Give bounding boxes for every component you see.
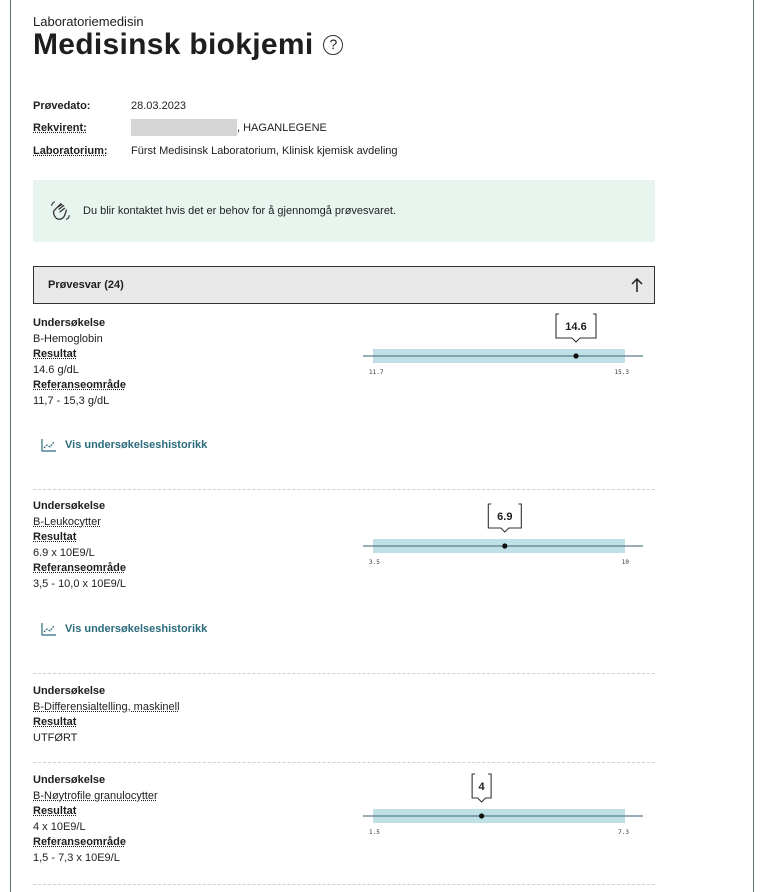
range-high-label: 15.3 xyxy=(615,369,630,376)
accordion-label: Prøvesvar (24) xyxy=(48,279,124,291)
range-low-label: 11.7 xyxy=(369,369,384,376)
redacted-name xyxy=(131,119,237,136)
meta-requester: Rekvirent: , HAGANLEGENE xyxy=(33,119,327,136)
meta-lab-label[interactable]: Laboratorium: xyxy=(33,145,131,157)
value-label: 6.9 xyxy=(497,511,512,523)
meta-requester-value: , HAGANLEGENE xyxy=(237,121,327,134)
range-chart: 6.9 3.5 10 xyxy=(363,502,643,566)
test-name[interactable]: B-Differensialtelling, maskinell xyxy=(33,700,655,716)
trend-chart-icon xyxy=(41,439,56,452)
meta-lab-value: Fürst Medisinsk Laboratorium, Klinisk kj… xyxy=(131,145,398,157)
history-link-label: Vis undersøkelseshistorikk xyxy=(65,439,208,451)
info-alert: Du blir kontaktet hvis det er behov for … xyxy=(33,180,655,242)
test-label: Undersøkelse xyxy=(33,685,106,697)
page-title: Medisinsk biokjemi? xyxy=(33,28,344,62)
trend-chart-icon xyxy=(41,623,56,636)
reference-label[interactable]: Referanseområde xyxy=(33,835,655,851)
value-label: 4 xyxy=(479,781,486,793)
range-chart-svg: 6.9 3.5 10 xyxy=(363,503,643,566)
divider xyxy=(33,762,655,763)
alert-text: Du blir kontaktet hvis det er behov for … xyxy=(83,205,397,217)
history-link[interactable]: Vis undersøkelseshistorikk xyxy=(41,622,207,636)
range-chart-svg: 14.6 11.7 15.3 xyxy=(363,313,643,376)
range-chart: 4 1.5 7.3 xyxy=(363,772,643,836)
reference-label[interactable]: Referanseområde xyxy=(33,561,655,577)
result-label[interactable]: Resultat xyxy=(33,715,655,731)
meta-date-label: Prøvedato: xyxy=(33,100,91,112)
value-label: 14.6 xyxy=(565,321,586,333)
meta-date: Prøvedato: 28.03.2023 xyxy=(33,100,186,112)
reference-label[interactable]: Referanseområde xyxy=(33,378,655,394)
waving-hand-icon xyxy=(51,201,70,220)
reference-value: 11,7 - 15,3 g/dL xyxy=(33,394,110,407)
meta-lab: Laboratorium: Fürst Medisinsk Laboratori… xyxy=(33,145,398,157)
range-high-label: 7.3 xyxy=(618,829,629,836)
range-high-label: 10 xyxy=(622,559,630,566)
reference-value: 1,5 - 7,3 x 10E9/L xyxy=(33,851,120,864)
result-item: Undersøkelse B-Differensialtelling, mask… xyxy=(33,684,655,746)
arrow-up-icon xyxy=(631,277,643,292)
results-accordion-header[interactable]: Prøvesvar (24) xyxy=(33,266,655,304)
range-chart: 14.6 11.7 15.3 xyxy=(363,312,643,376)
result-point xyxy=(502,543,508,549)
result-point xyxy=(479,813,485,819)
page-subtitle: Laboratoriemedisin xyxy=(33,14,144,29)
page-title-text: Medisinsk biokjemi xyxy=(33,28,314,61)
help-icon[interactable]: ? xyxy=(323,35,344,55)
result-point xyxy=(573,353,579,359)
meta-requester-label[interactable]: Rekvirent: xyxy=(33,122,131,134)
range-low-label: 1.5 xyxy=(369,829,380,836)
divider xyxy=(33,673,655,674)
reference-value: 3,5 - 10,0 x 10E9/L xyxy=(33,577,126,590)
range-chart-svg: 4 1.5 7.3 xyxy=(363,773,643,836)
divider xyxy=(33,489,655,490)
result-value: UTFØRT xyxy=(33,731,78,744)
history-link-label: Vis undersøkelseshistorikk xyxy=(65,623,208,635)
history-link[interactable]: Vis undersøkelseshistorikk xyxy=(41,438,207,452)
range-low-label: 3.5 xyxy=(369,559,380,566)
divider xyxy=(33,884,655,885)
meta-date-value: 28.03.2023 xyxy=(131,100,187,112)
